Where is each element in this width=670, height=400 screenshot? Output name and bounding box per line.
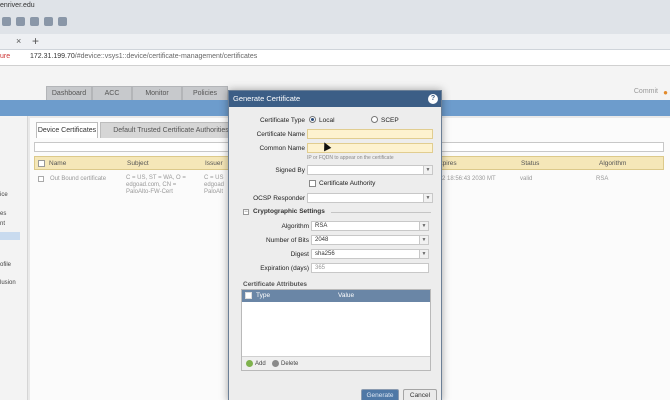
sidebar-item-profile[interactable]: ofile	[0, 262, 11, 268]
ocsp-responder-label: OCSP Responder	[253, 195, 305, 202]
close-tab-icon[interactable]: ×	[16, 36, 21, 46]
column-name[interactable]: Name	[49, 160, 66, 167]
column-issuer[interactable]: Issuer	[205, 160, 223, 167]
number-of-bits-select[interactable]: 2048 ▼	[311, 235, 429, 245]
certificate-attributes-grid: Type Value Add Delete	[241, 289, 431, 371]
home-icon[interactable]	[2, 17, 11, 26]
tab-monitor[interactable]: Monitor	[132, 86, 182, 100]
dialog-title: Generate Certificate ?	[229, 91, 441, 107]
cell-subject: C = US, ST = WA, O = edgoad.com, CN = Pa…	[126, 175, 186, 195]
cell-expires: v 12 18:56:43 2030 MT	[434, 176, 496, 182]
algorithm-label: Algorithm	[281, 223, 309, 230]
add-icon	[246, 360, 253, 367]
generate-button[interactable]: Generate	[361, 389, 399, 400]
section-divider	[331, 212, 431, 213]
certificate-name-input[interactable]	[307, 129, 433, 139]
cryptographic-settings-title: Cryptographic Settings	[253, 208, 325, 215]
address-bar[interactable]: ure 172.31.199.70/#device::vsys1::device…	[0, 50, 670, 66]
attributes-select-all-checkbox[interactable]	[245, 292, 252, 299]
attributes-toolbar: Add Delete	[242, 356, 430, 370]
generate-certificate-dialog: Generate Certificate ? Certificate Type …	[228, 90, 442, 400]
certificate-name-label: Certificate Name	[256, 131, 305, 138]
local-radio[interactable]	[309, 116, 316, 123]
add-button[interactable]: Add	[246, 360, 266, 367]
lock-icon[interactable]: ●	[663, 88, 668, 97]
signed-by-label: Signed By	[275, 167, 305, 174]
browser-titlebar: enriver.edu	[0, 0, 670, 34]
column-status[interactable]: Status	[521, 160, 539, 167]
algorithm-select[interactable]: RSA ▼	[311, 221, 429, 231]
cell-algorithm: RSA	[596, 176, 609, 182]
local-radio-label[interactable]: Local	[319, 117, 335, 124]
select-all-checkbox[interactable]	[38, 160, 45, 167]
sidebar-item-exclusion[interactable]: lusion	[0, 280, 16, 286]
digest-label: Digest	[290, 251, 309, 258]
chevron-down-icon[interactable]: ▼	[419, 222, 428, 230]
browser-tabbar	[0, 34, 670, 50]
delete-button[interactable]: Delete	[272, 360, 298, 367]
collapse-icon[interactable]: −	[243, 209, 249, 215]
tab-policies[interactable]: Policies	[182, 86, 228, 100]
bookmark-icon[interactable]	[16, 17, 25, 26]
settings-icon[interactable]	[44, 17, 53, 26]
help-icon[interactable]: ?	[428, 94, 438, 104]
window-title: enriver.edu	[0, 2, 35, 9]
sidebar-item-management[interactable]: nt	[0, 221, 5, 227]
tab-device-certificates[interactable]: Device Certificates	[36, 122, 98, 138]
attributes-grid-header: Type Value	[242, 290, 430, 302]
cancel-button[interactable]: Cancel	[403, 389, 437, 400]
cell-issuer: C = US edgoad PaloAlt	[204, 175, 225, 195]
certificate-authority-checkbox[interactable]	[309, 180, 316, 187]
tab-trusted-cas[interactable]: Default Trusted Certificate Authorities	[100, 122, 242, 138]
cell-name[interactable]: Out Bound certificate	[50, 176, 110, 183]
delete-icon	[272, 360, 279, 367]
common-name-hint: IP or FQDN to appear on the certificate	[307, 155, 394, 161]
extension-icon[interactable]	[58, 17, 67, 26]
number-of-bits-label: Number of Bits	[266, 237, 309, 244]
certificate-authority-label[interactable]: Certificate Authority	[319, 180, 375, 187]
tab-dashboard[interactable]: Dashboard	[46, 86, 92, 100]
column-algorithm[interactable]: Algorithm	[599, 160, 626, 167]
ocsp-responder-select[interactable]: ▼	[307, 193, 433, 203]
sidebar-selected	[0, 232, 20, 240]
chevron-down-icon[interactable]: ▼	[419, 250, 428, 258]
column-type[interactable]: Type	[256, 292, 270, 299]
signed-by-select[interactable]: ▼	[307, 165, 433, 175]
not-secure-label: ure	[0, 53, 11, 60]
new-tab-icon[interactable]: +	[32, 34, 39, 48]
toolbar-icons	[2, 17, 67, 26]
chevron-down-icon[interactable]: ▼	[419, 236, 428, 244]
sidebar-item-profiles[interactable]: es	[0, 211, 6, 217]
digest-select[interactable]: sha256 ▼	[311, 249, 429, 259]
expiration-input[interactable]: 365	[311, 263, 429, 273]
url-text: 172.31.199.70/#device::vsys1::device/cer…	[30, 53, 258, 60]
left-sidebar: ice es nt ofile lusion	[0, 116, 28, 400]
folder-icon[interactable]	[30, 17, 39, 26]
certificate-attributes-title: Certificate Attributes	[243, 281, 308, 288]
tab-acc[interactable]: ACC	[92, 86, 132, 100]
scep-radio-label[interactable]: SCEP	[381, 117, 399, 124]
common-name-label: Common Name	[259, 145, 305, 152]
cell-status: valid	[520, 176, 533, 182]
sidebar-item-device[interactable]: ice	[0, 192, 8, 198]
row-checkbox[interactable]	[38, 176, 44, 182]
commit-button[interactable]: Commit	[634, 88, 658, 95]
column-subject[interactable]: Subject	[127, 160, 149, 167]
chevron-down-icon[interactable]: ▼	[423, 194, 432, 202]
scep-radio[interactable]	[371, 116, 378, 123]
chevron-down-icon[interactable]: ▼	[423, 166, 432, 174]
expiration-label: Expiration (days)	[260, 265, 309, 272]
certificate-type-label: Certificate Type	[259, 117, 305, 124]
column-value[interactable]: Value	[338, 292, 354, 299]
